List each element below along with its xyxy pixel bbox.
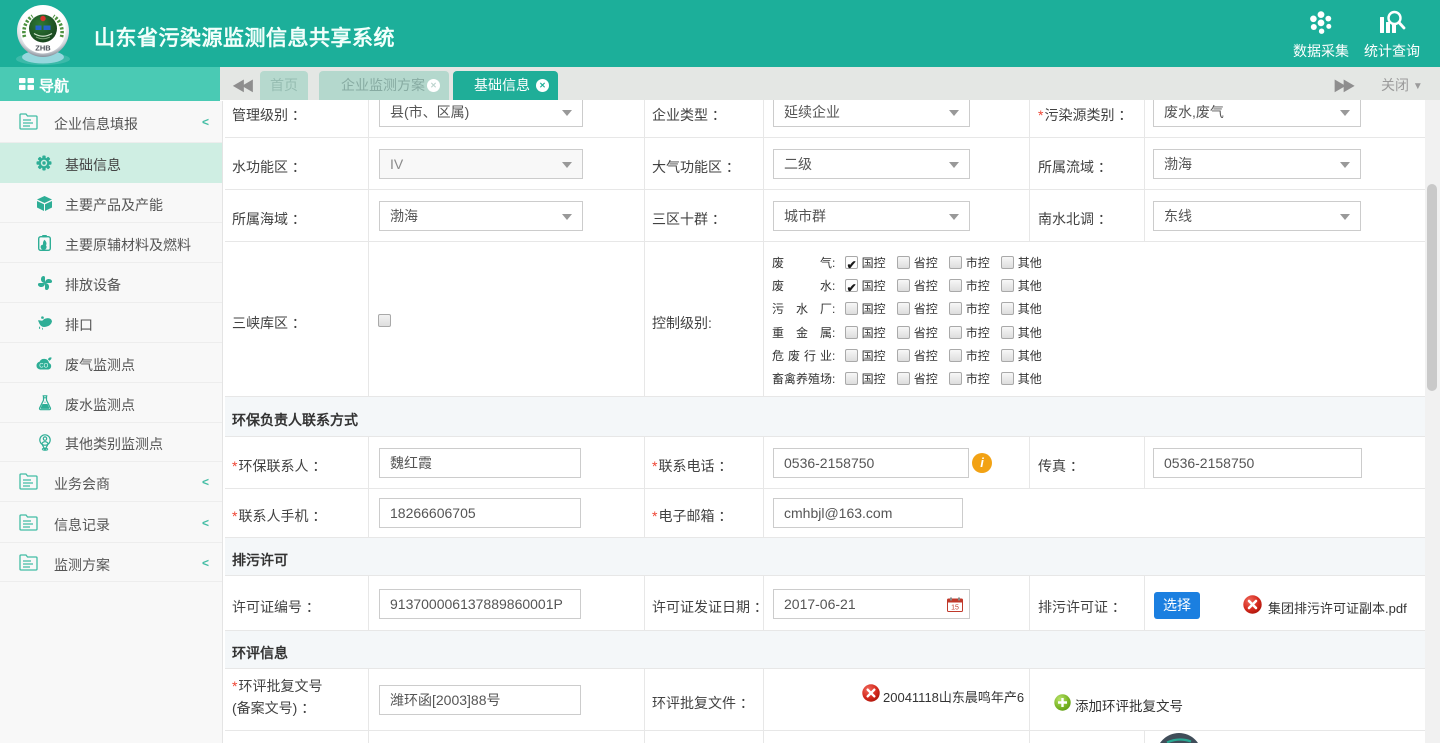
- svg-text:CO: CO: [39, 364, 48, 370]
- svg-text:15: 15: [951, 605, 959, 612]
- svg-text:ZHB: ZHB: [35, 44, 51, 53]
